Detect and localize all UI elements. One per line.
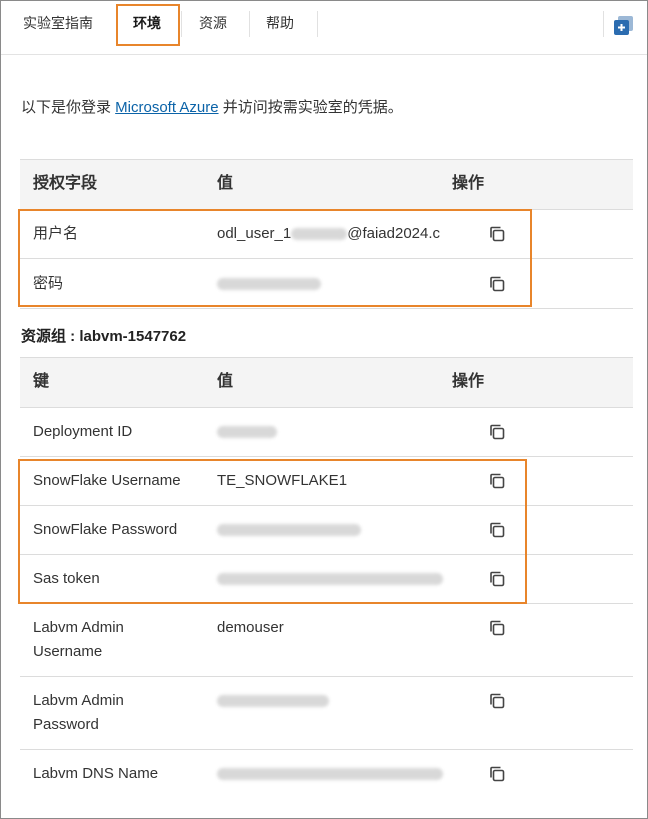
admin-username-label: Labvm Admin Username <box>33 616 124 664</box>
header-field: 授权字段 <box>33 175 98 192</box>
dns-name-label: Labvm DNS Name <box>33 765 159 782</box>
admin-password-value[interactable] <box>217 689 329 713</box>
intro-text: 以下是你登录 Microsoft Azure 并访问按需实验室的凭据。 <box>21 96 403 117</box>
copy-icon[interactable] <box>488 765 506 783</box>
dns-name-value[interactable] <box>217 762 443 786</box>
admin-username-value[interactable]: demouser <box>217 616 284 640</box>
table-row: Labvm Admin Username demouser <box>20 604 633 677</box>
tab-help[interactable]: 帮助 <box>266 11 294 35</box>
tab-divider <box>603 11 604 37</box>
tab-lab-guide[interactable]: 实验室指南 <box>23 11 93 35</box>
tab-bar: 实验室指南 环境 资源 帮助 <box>1 1 647 55</box>
copy-icon[interactable] <box>488 423 506 441</box>
header-value: 值 <box>217 373 234 390</box>
admin-username-label-line1: Labvm Admin <box>33 619 124 636</box>
azure-link[interactable]: Microsoft Azure <box>115 99 218 116</box>
admin-password-label: Labvm Admin Password <box>33 689 124 737</box>
admin-username-label-line2: Username <box>33 643 103 660</box>
add-window-icon[interactable] <box>613 15 635 37</box>
credentials-highlight-box <box>18 209 532 307</box>
header-action: 操作 <box>452 175 485 192</box>
header-key: 键 <box>33 373 50 390</box>
header-action: 操作 <box>452 373 485 390</box>
resources-header-row: 键 值 操作 <box>20 357 633 408</box>
deployment-id-value[interactable] <box>217 420 277 444</box>
snowflake-highlight-box <box>18 459 527 604</box>
redacted-value <box>217 695 329 708</box>
table-row: Labvm DNS Name <box>20 750 633 802</box>
tab-resources[interactable]: 资源 <box>199 11 227 35</box>
admin-password-label-line1: Labvm Admin <box>33 692 124 709</box>
redacted-value <box>217 426 277 439</box>
intro-suffix: 并访问按需实验室的凭据。 <box>218 99 403 116</box>
redacted-value <box>217 768 443 781</box>
tab-divider <box>317 11 318 37</box>
header-value: 值 <box>217 175 234 192</box>
deployment-id-label: Deployment ID <box>33 423 133 440</box>
tab-highlight-box <box>116 4 180 46</box>
table-row: Deployment ID <box>20 407 633 457</box>
copy-icon[interactable] <box>488 619 506 637</box>
tab-divider <box>181 11 182 37</box>
resource-group-label: 资源组 : labvm-1547762 <box>21 328 187 345</box>
tab-divider <box>249 11 250 37</box>
credentials-header-row: 授权字段 值 操作 <box>20 159 633 210</box>
intro-prefix: 以下是你登录 <box>21 99 116 116</box>
table-row: Labvm Admin Password <box>20 677 633 750</box>
copy-icon[interactable] <box>488 692 506 710</box>
admin-password-label-line2: Password <box>33 716 99 733</box>
